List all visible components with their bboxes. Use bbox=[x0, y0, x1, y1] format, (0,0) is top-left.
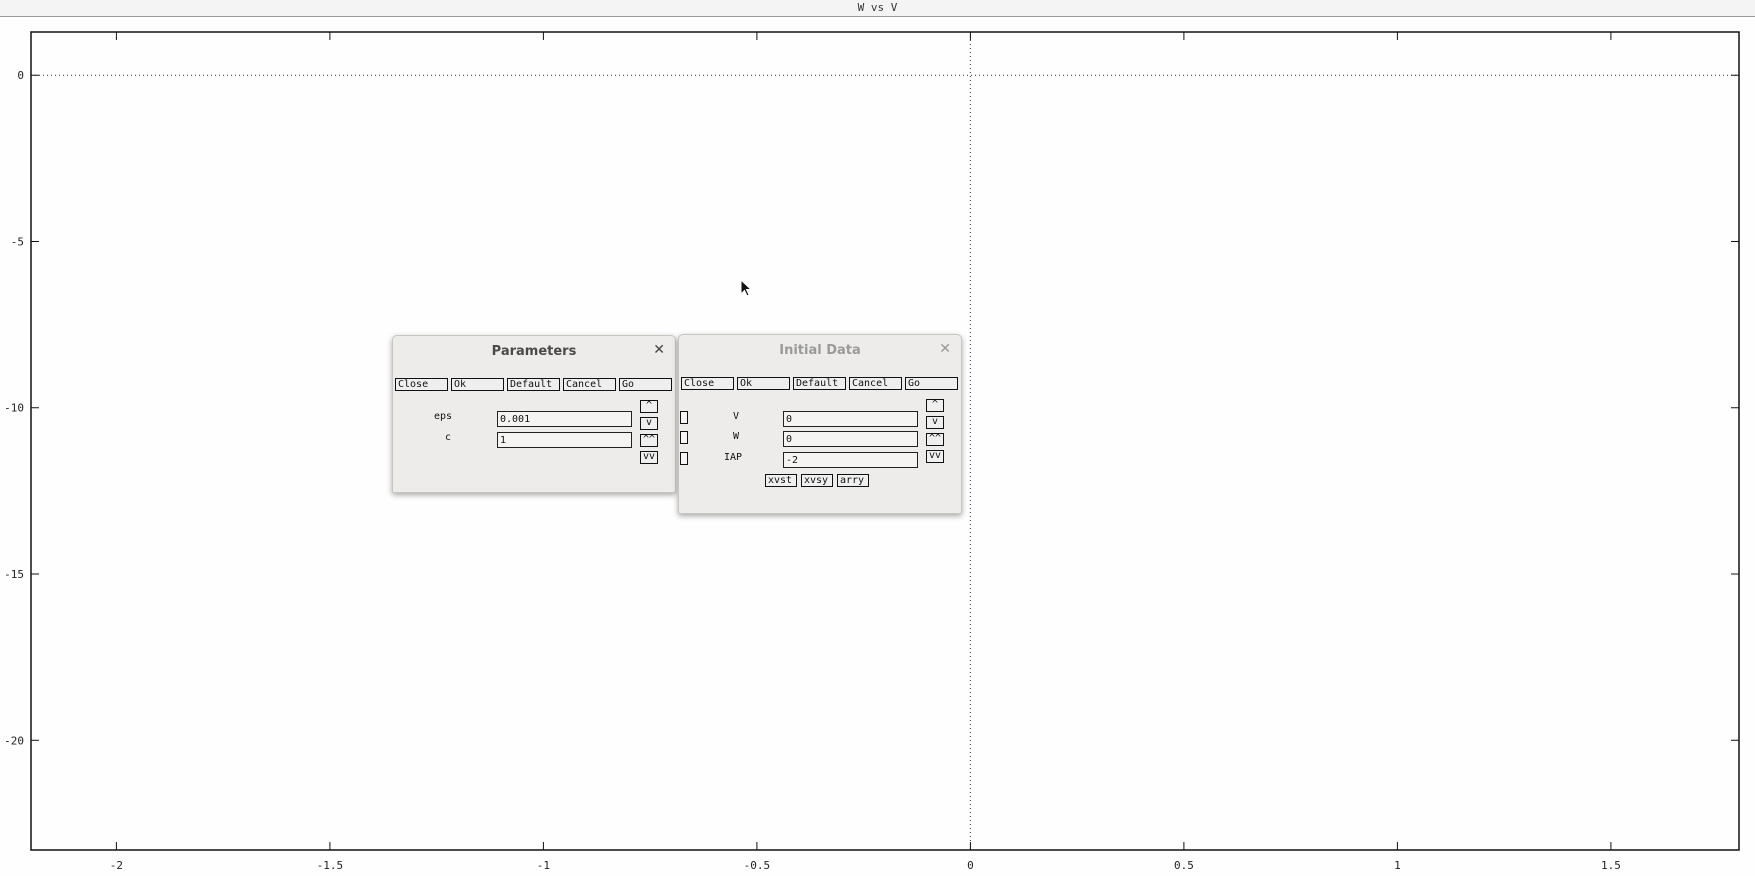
param-label-eps: eps bbox=[433, 411, 453, 422]
x-tick-label: -0.5 bbox=[744, 859, 771, 872]
initial-label-w: W bbox=[732, 431, 740, 442]
initial-field-w[interactable] bbox=[783, 431, 918, 447]
initial-default-button[interactable]: Default bbox=[793, 377, 846, 390]
param-scroll-up-button[interactable]: ^ bbox=[640, 400, 658, 413]
initial-go-button[interactable]: Go bbox=[905, 377, 958, 390]
arry-button[interactable]: arry bbox=[837, 474, 869, 487]
close-icon[interactable]: ✕ bbox=[939, 341, 951, 357]
y-tick-label: -10 bbox=[4, 402, 24, 415]
initial-field-v[interactable] bbox=[783, 411, 918, 427]
initial-scroll-up-button[interactable]: ^ bbox=[926, 399, 944, 412]
param-field-c[interactable] bbox=[497, 432, 632, 448]
param-field-eps[interactable] bbox=[497, 411, 632, 427]
initial-data-window[interactable]: Initial Data ✕ Close Ok Default Cancel G… bbox=[678, 334, 962, 514]
initial-scroll-down-button[interactable]: v bbox=[926, 416, 944, 429]
x-tick-label: 1.5 bbox=[1601, 859, 1621, 872]
initial-cancel-button[interactable]: Cancel bbox=[849, 377, 902, 390]
x-tick-label: 1 bbox=[1394, 859, 1401, 872]
initial-label-v: V bbox=[732, 411, 740, 422]
initial-page-down-button[interactable]: vv bbox=[926, 450, 944, 463]
param-page-down-button[interactable]: vv bbox=[640, 451, 658, 464]
initial-label-iap: IAP bbox=[723, 452, 743, 463]
x-tick-label: 0.5 bbox=[1174, 859, 1194, 872]
parameters-title: Parameters bbox=[491, 344, 577, 359]
x-tick-label: -2 bbox=[110, 859, 123, 872]
parameters-close-button[interactable]: Close bbox=[395, 378, 448, 391]
y-tick-label: -20 bbox=[4, 734, 24, 747]
parameters-window[interactable]: Parameters ✕ Close Ok Default Cancel Go … bbox=[392, 335, 676, 493]
initial-close-button[interactable]: Close bbox=[681, 377, 734, 390]
parameters-cancel-button[interactable]: Cancel bbox=[563, 378, 616, 391]
parameters-go-button[interactable]: Go bbox=[619, 378, 672, 391]
initial-check-v[interactable] bbox=[680, 411, 688, 424]
parameters-default-button[interactable]: Default bbox=[507, 378, 560, 391]
initial-field-iap[interactable] bbox=[783, 452, 918, 468]
param-page-up-button[interactable]: ^^ bbox=[640, 434, 658, 447]
mouse-pointer-icon bbox=[740, 279, 753, 297]
x-tick-label: 0 bbox=[967, 859, 974, 872]
xvst-button[interactable]: xvst bbox=[765, 474, 797, 487]
y-tick-label: -15 bbox=[4, 568, 24, 581]
initial-check-w[interactable] bbox=[680, 431, 688, 444]
y-tick-label: -5 bbox=[11, 235, 24, 248]
parameters-ok-button[interactable]: Ok bbox=[451, 378, 504, 391]
xvsy-button[interactable]: xvsy bbox=[801, 474, 833, 487]
initial-check-iap[interactable] bbox=[680, 452, 688, 465]
param-label-c: c bbox=[444, 432, 452, 443]
initial-page-up-button[interactable]: ^^ bbox=[926, 433, 944, 446]
x-tick-label: -1 bbox=[537, 859, 550, 872]
y-tick-label: 0 bbox=[17, 69, 24, 82]
x-tick-label: -1.5 bbox=[317, 859, 344, 872]
param-scroll-down-button[interactable]: v bbox=[640, 417, 658, 430]
initial-data-title: Initial Data bbox=[779, 343, 861, 358]
close-icon[interactable]: ✕ bbox=[653, 342, 665, 358]
initial-ok-button[interactable]: Ok bbox=[737, 377, 790, 390]
